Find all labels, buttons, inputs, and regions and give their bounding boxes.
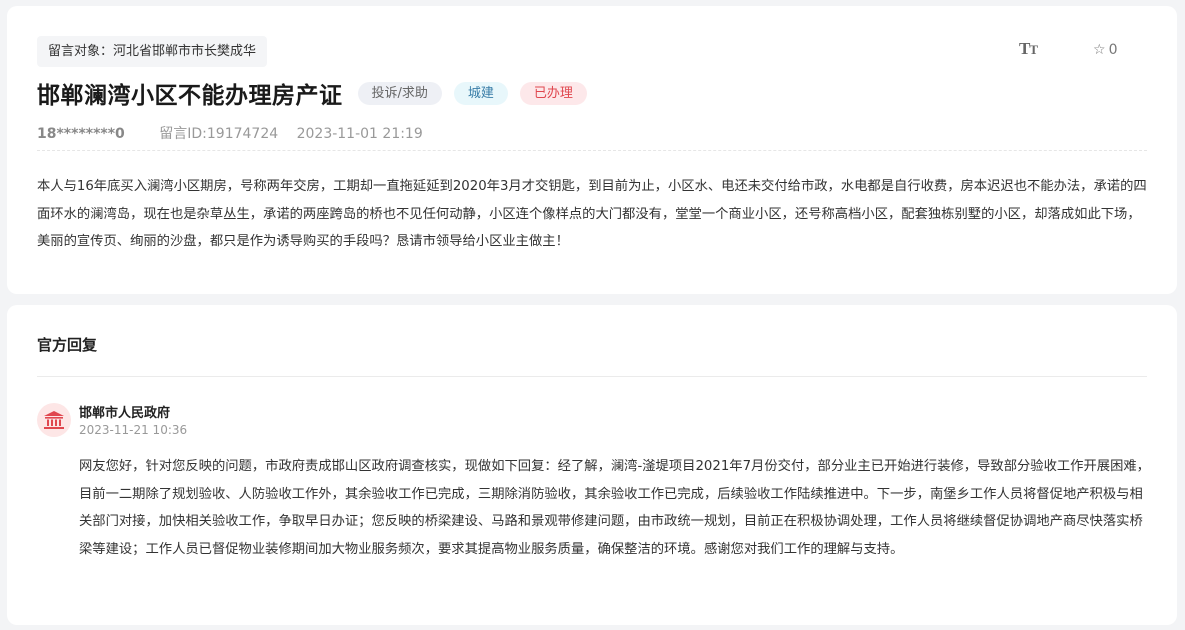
- reply-section-title: 官方回复: [37, 336, 98, 354]
- message-user: 18********0: [37, 126, 125, 142]
- page-title: 邯郸澜湾小区不能办理房产证: [37, 83, 343, 109]
- tag-type: 投诉/求助: [357, 81, 442, 105]
- tag-category: 城建: [453, 81, 508, 105]
- message-id: 留言ID:19174724: [159, 126, 279, 142]
- title-row: 邯郸澜湾小区不能办理房产证 投诉/求助 城建 已办理: [37, 76, 587, 110]
- font-size-icon[interactable]: TT: [1019, 39, 1038, 59]
- divider: [37, 150, 1147, 151]
- message-datetime: 2023-11-01 21:19: [296, 126, 423, 142]
- message-body: 本人与16年底买入澜湾小区期房，号称两年交房，工期却一直拖延延到2020年3月才…: [37, 179, 1147, 249]
- government-building-icon: [44, 411, 64, 429]
- reply-datetime: 2023-11-21 10:36: [79, 423, 188, 437]
- avatar: [37, 403, 71, 437]
- message-meta: 18********0 留言ID:19174724 2023-11-01 21:…: [37, 123, 423, 143]
- message-card: 留言对象：河北省邯郸市市长樊成华 TT ☆ 0 邯郸澜湾小区不能办理房产证 投诉/…: [7, 6, 1177, 294]
- reply-org-name: 邯郸市人民政府: [79, 406, 171, 421]
- reply-body: 网友您好，针对您反映的问题，市政府责成邯山区政府调查核实，现做如下回复：经了解，…: [79, 459, 1150, 557]
- favorite-count: 0: [1108, 42, 1118, 58]
- message-target-tag: 留言对象：河北省邯郸市市长樊成华: [37, 36, 268, 67]
- reply-card: 官方回复 邯郸市人民政府 2023-11-21 10:36 网友您好，针对您反映…: [7, 305, 1177, 625]
- divider: [37, 376, 1147, 377]
- star-icon: ☆: [1093, 42, 1106, 58]
- status-badge: 已办理: [519, 81, 587, 105]
- favorite-button[interactable]: ☆ 0: [1093, 42, 1117, 58]
